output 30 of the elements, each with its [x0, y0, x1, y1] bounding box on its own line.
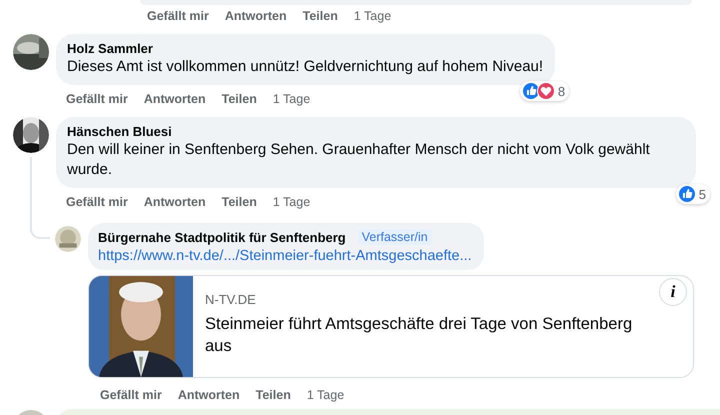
like-link[interactable]: Gefällt mir [147, 9, 209, 23]
share-link[interactable]: Teilen [256, 388, 291, 402]
comment-text: Dieses Amt ist vollkommen unnütz! Geldvernichtung auf hohem Niveau! [67, 57, 544, 77]
link-title: Steinmeier führt Amtsgeschäfte drei Tage von Senftenberg aus [205, 314, 634, 357]
like-link[interactable]: Gefällt mir [66, 195, 128, 209]
reply-link[interactable]: Antworten [144, 195, 206, 209]
thumbs-up-icon [678, 185, 696, 203]
comment-text: Den will keiner in Senftenberg Sehen. Grauenhafter Mensch der nicht vom Volk gewählt wurde. [67, 140, 651, 180]
link-source: N-TV.DE [205, 292, 257, 307]
timestamp: 1 Tage [306, 388, 344, 402]
share-link[interactable]: Teilen [222, 92, 257, 106]
like-link[interactable]: Gefällt mir [100, 388, 162, 402]
article-link[interactable]: https://www.n-tv.de/.../Steinmeier-fuehrt-Amtsgeschaefte... [98, 248, 472, 264]
share-link[interactable]: Teilen [302, 9, 338, 23]
reaction-summary[interactable]: 8 [520, 81, 570, 101]
reply-link[interactable]: Antworten [144, 92, 206, 106]
author-name[interactable]: Bürgernahe Stadtpolitik für Senftenberg [98, 230, 346, 244]
like-link[interactable]: Gefällt mir [66, 92, 128, 106]
timestamp: 1 Tage [354, 9, 392, 23]
timestamp: 1 Tage [272, 195, 310, 209]
author-badge: Verfasser/in [358, 229, 432, 245]
info-button[interactable]: i [659, 278, 687, 306]
link-preview-card[interactable]: N-TV.DE Steinmeier führt Amtsgeschäfte drei Tage von Senftenberg aus i [88, 275, 694, 378]
reply-link[interactable]: Antworten [224, 9, 287, 23]
reaction-summary[interactable]: 5 [676, 184, 710, 204]
author-name[interactable]: Hänschen Bluesi [67, 124, 684, 139]
timestamp: 1 Tage [272, 92, 310, 106]
reply-link[interactable]: Antworten [178, 388, 240, 402]
author-name[interactable]: Holz Sammler [67, 41, 544, 56]
share-link[interactable]: Teilen [222, 195, 257, 209]
